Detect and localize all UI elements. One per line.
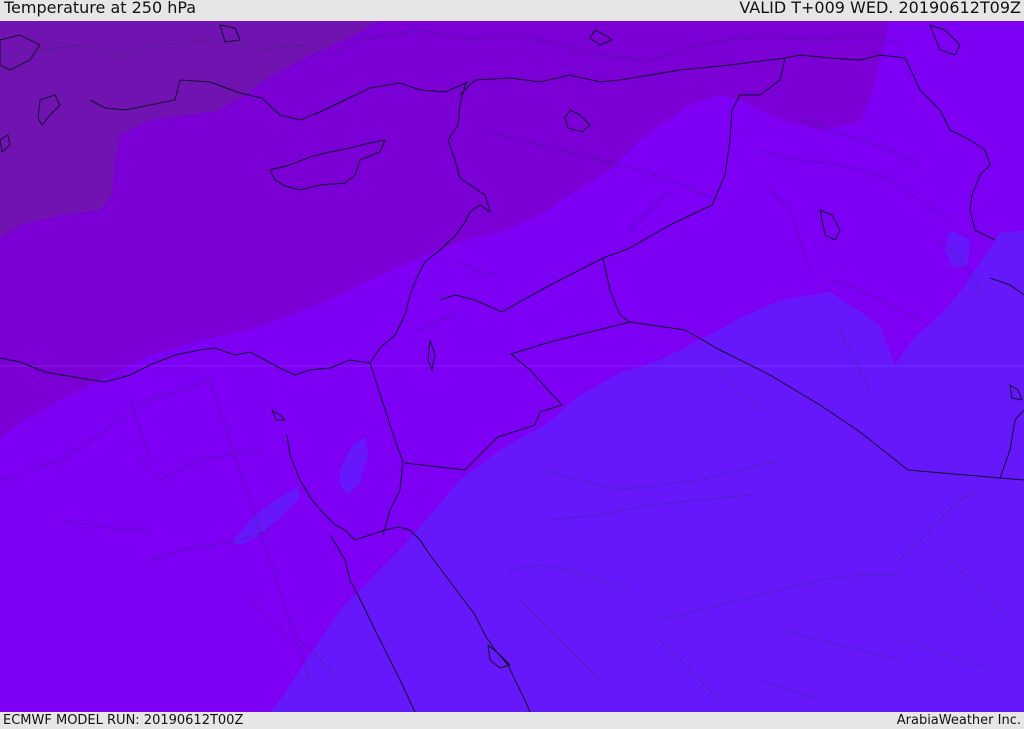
credit-label: ArabiaWeather Inc. bbox=[896, 713, 1021, 728]
map-svg bbox=[0, 21, 1024, 712]
header-bar: Temperature at 250 hPa VALID T+009 WED. … bbox=[0, 0, 1024, 21]
footer-bar: ECMWF MODEL RUN: 20190612T00Z ArabiaWeat… bbox=[0, 712, 1024, 729]
model-run-label: ECMWF MODEL RUN: 20190612T00Z bbox=[3, 713, 244, 728]
map-canvas[interactable] bbox=[0, 21, 1024, 712]
map-title: Temperature at 250 hPa bbox=[4, 0, 197, 17]
weather-map-app: Temperature at 250 hPa VALID T+009 WED. … bbox=[0, 0, 1024, 729]
valid-time: VALID T+009 WED. 20190612T09Z bbox=[739, 0, 1021, 17]
